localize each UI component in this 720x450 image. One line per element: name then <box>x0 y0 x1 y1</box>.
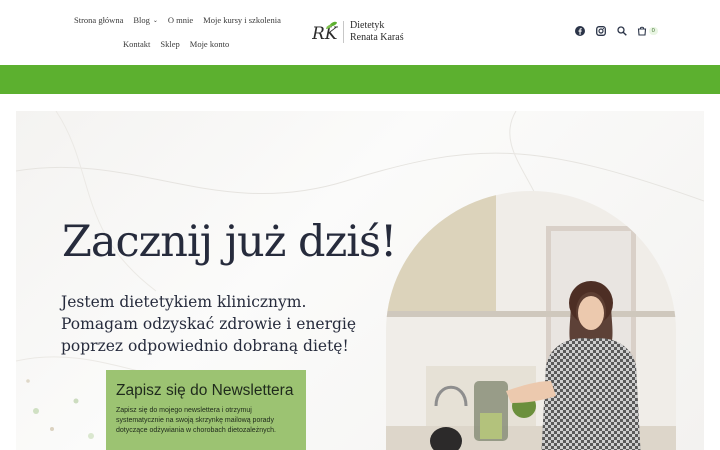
cart-count-badge: 0 <box>648 27 658 35</box>
hero-title: Zacznij już dziś! <box>62 217 397 267</box>
newsletter-text: Zapisz się do mojego newslettera i otrzy… <box>116 407 276 434</box>
nav-item-contact[interactable]: Kontakt <box>123 39 150 49</box>
nav-item-blog[interactable]: Blog ⌄ <box>133 15 158 25</box>
nav-item-about[interactable]: O mnie <box>168 15 193 25</box>
nav-item-home[interactable]: Strona główna <box>74 15 123 25</box>
chevron-down-icon: ⌄ <box>152 16 158 24</box>
main-nav-row-2: Kontakt Sklep Moje konto <box>123 39 239 49</box>
facebook-icon[interactable] <box>574 25 586 37</box>
newsletter-title: Zapisz się do Newslettera <box>116 382 294 399</box>
logo-text: Dietetyk Renata Karaś <box>350 20 404 43</box>
announcement-bar <box>0 65 720 94</box>
logo-divider <box>343 21 344 43</box>
nav-item-account[interactable]: Moje konto <box>190 39 229 49</box>
svg-text:RK: RK <box>312 24 338 44</box>
nav-item-shop[interactable]: Sklep <box>160 39 179 49</box>
site-header: Strona główna Blog ⌄ O mnie Moje kursy i … <box>0 0 720 65</box>
nav-item-courses[interactable]: Moje kursy i szkolenia <box>203 15 281 25</box>
main-nav-row-1: Strona główna Blog ⌄ O mnie Moje kursy i … <box>74 15 291 25</box>
hero-section: Zacznij już dziś! Jestem dietetykiem kli… <box>16 111 704 450</box>
header-icons: 0 <box>565 25 658 37</box>
cart-icon <box>637 26 646 36</box>
newsletter-box[interactable]: Zapisz się do Newslettera Zapisz się do … <box>106 370 306 450</box>
hero-subtitle: Jestem dietetykiem klinicznym. Pomagam o… <box>61 293 357 355</box>
logo-monogram: RK <box>311 20 339 44</box>
site-logo[interactable]: RK Dietetyk Renata Karaś <box>311 20 404 44</box>
cart-button[interactable]: 0 <box>637 25 658 37</box>
search-icon[interactable] <box>616 25 628 37</box>
instagram-icon[interactable] <box>595 25 607 37</box>
